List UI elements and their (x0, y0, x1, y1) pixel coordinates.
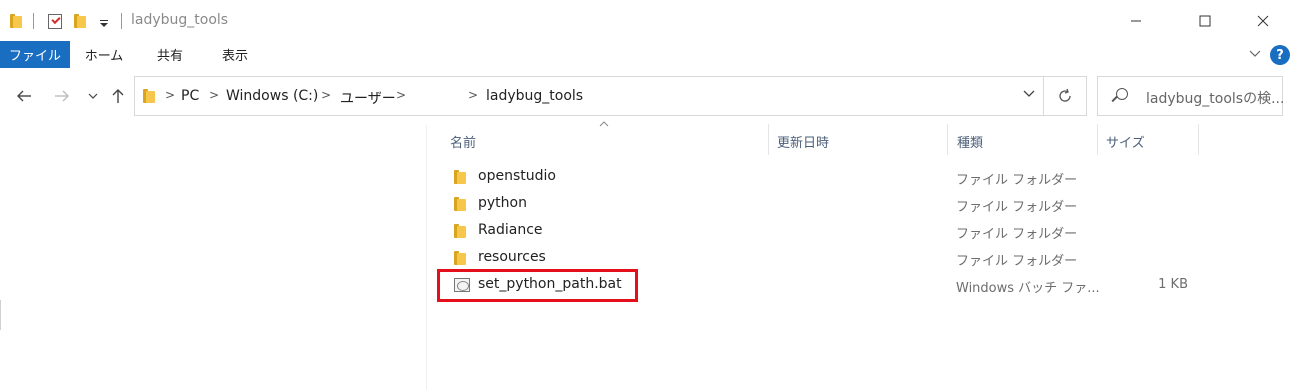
breadcrumb-users[interactable]: ユーザー (340, 88, 396, 108)
forward-button[interactable] (52, 86, 72, 106)
column-header-type[interactable]: 種類 (957, 127, 1097, 155)
file-name: Radiance (478, 222, 543, 238)
file-row-python[interactable]: python ファイル フォルダー (440, 191, 1220, 217)
folder-icon (454, 170, 466, 184)
window-folder-icon (10, 11, 22, 31)
title-divider (121, 13, 122, 29)
column-separator[interactable] (1198, 124, 1199, 155)
new-folder-icon[interactable] (74, 11, 86, 31)
breadcrumb-separator[interactable]: > (321, 88, 331, 102)
maximize-button[interactable] (1182, 0, 1228, 41)
expand-ribbon-chevron-icon[interactable] (1249, 47, 1261, 61)
column-separator[interactable] (947, 124, 948, 155)
search-icon (1116, 88, 1128, 100)
column-separator[interactable] (768, 124, 769, 155)
breadcrumb-separator[interactable]: > (165, 88, 175, 102)
title-bar: ladybug_tools (0, 0, 1295, 41)
tab-view[interactable]: 表示 (210, 41, 260, 68)
address-history-chevron-icon[interactable] (1023, 87, 1035, 102)
address-folder-icon (143, 89, 155, 103)
folder-icon (454, 224, 466, 238)
file-name: resources (478, 249, 546, 265)
tab-home[interactable]: ホーム (79, 41, 129, 68)
title-divider (33, 13, 34, 29)
minimize-button[interactable] (1113, 0, 1159, 41)
breadcrumb-drive[interactable]: Windows (C:) (226, 88, 318, 104)
refresh-icon (1059, 88, 1071, 102)
column-header-size[interactable]: サイズ (1106, 127, 1198, 155)
search-placeholder: ladybug_toolsの検... (1146, 91, 1285, 107)
file-row-resources[interactable]: resources ファイル フォルダー (440, 245, 1220, 271)
search-input[interactable]: ladybug_toolsの検... (1097, 76, 1285, 116)
file-type: ファイル フォルダー (956, 200, 1078, 215)
up-button[interactable] (110, 86, 126, 106)
file-type: ファイル フォルダー (956, 227, 1078, 242)
breadcrumb-separator[interactable]: > (468, 88, 478, 102)
folder-icon (454, 197, 466, 211)
tab-file[interactable]: ファイル (0, 41, 70, 68)
refresh-button[interactable] (1044, 76, 1087, 116)
file-row-openstudio[interactable]: openstudio ファイル フォルダー (440, 164, 1220, 190)
column-separator[interactable] (1097, 124, 1098, 155)
file-row-radiance[interactable]: Radiance ファイル フォルダー (440, 218, 1220, 244)
window-title: ladybug_tools (131, 12, 229, 28)
pane-divider[interactable] (426, 125, 427, 390)
address-bar[interactable]: > PC > Windows (C:) > ユーザー > > ladybug_t… (134, 76, 1044, 116)
file-type: Windows バッチ ファ... (956, 281, 1100, 296)
recent-locations-chevron-icon[interactable] (86, 86, 100, 106)
back-button[interactable] (14, 86, 34, 106)
help-icon[interactable]: ? (1270, 45, 1290, 65)
properties-icon[interactable] (48, 11, 62, 31)
breadcrumb-pc[interactable]: PC (181, 88, 199, 104)
column-header-name[interactable]: 名前 (450, 127, 768, 155)
column-header-date[interactable]: 更新日時 (777, 127, 947, 155)
ribbon-tabs: ファイル ホーム 共有 表示 (0, 41, 1295, 68)
file-name: python (478, 195, 527, 211)
file-type: ファイル フォルダー (956, 173, 1078, 188)
customize-toolbar-icon[interactable] (99, 14, 109, 34)
breadcrumb-separator[interactable]: > (396, 88, 406, 102)
breadcrumb-current-folder[interactable]: ladybug_tools (486, 88, 583, 104)
close-button[interactable] (1240, 0, 1286, 41)
highlight-box (437, 269, 638, 302)
breadcrumb-separator[interactable]: > (209, 88, 219, 102)
nav-pane-edge (0, 300, 1, 330)
tab-share[interactable]: 共有 (145, 41, 195, 68)
file-type: ファイル フォルダー (956, 254, 1078, 269)
folder-icon (454, 251, 466, 265)
file-name: openstudio (478, 168, 556, 184)
file-size: 1 KB (1158, 277, 1188, 292)
